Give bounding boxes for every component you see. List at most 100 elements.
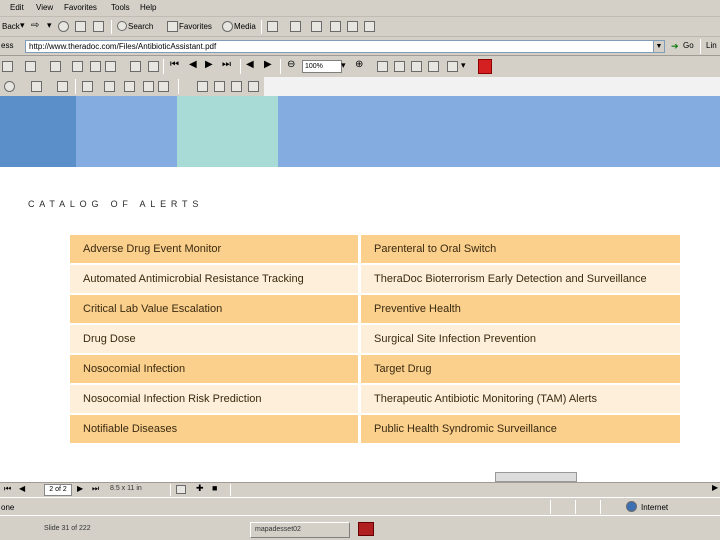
banner-segment-1 <box>0 96 76 167</box>
menu-favorites[interactable]: Favorites <box>64 3 97 12</box>
print-icon[interactable] <box>311 21 322 32</box>
address-label: ess <box>1 41 14 50</box>
mail-icon[interactable] <box>290 21 301 32</box>
last-page-icon[interactable]: ⏭ <box>222 59 231 70</box>
pdf-toolbar-secondary <box>0 77 264 96</box>
menu-edit[interactable]: Edit <box>10 3 24 12</box>
home-icon[interactable] <box>93 21 104 32</box>
alert-left-3: Critical Lab Value Escalation <box>70 295 358 323</box>
nav-next-icon[interactable]: ▶ <box>77 484 83 493</box>
history-icon[interactable] <box>267 21 278 32</box>
favorites-button[interactable]: Favorites <box>179 22 212 31</box>
pdf-print-icon[interactable] <box>25 61 36 72</box>
status-text: one <box>1 503 15 512</box>
nav-first-icon[interactable]: ⏮ <box>4 484 11 494</box>
fit-page-icon[interactable] <box>394 61 405 72</box>
previous-page-icon[interactable]: ◀ <box>189 59 197 70</box>
pdf-select-text-icon[interactable] <box>130 61 141 72</box>
rotate-icon[interactable] <box>428 61 439 72</box>
alert-left-5: Nosocomial Infection <box>70 355 358 383</box>
url-dropdown-icon[interactable]: ▼ <box>653 40 665 53</box>
alert-right-5: Target Drug <box>361 355 680 383</box>
continuous-icon[interactable]: ✚ <box>196 483 204 494</box>
pdf-email-icon[interactable] <box>50 61 61 72</box>
zoom-in-icon[interactable]: ⊕ <box>355 59 363 70</box>
menu-view[interactable]: View <box>36 3 53 12</box>
nav-last-icon[interactable]: ⏭ <box>92 484 99 494</box>
alert-left-4: Drug Dose <box>70 325 358 353</box>
previous-view-icon[interactable]: ◀ <box>246 59 254 70</box>
menu-bar: Edit View Favorites Tools Help <box>0 0 720 17</box>
zoom-dropdown-icon[interactable]: ▾ <box>341 60 346 71</box>
pdf-comment-icon[interactable] <box>158 81 169 92</box>
page-number-field[interactable]: 2 of 2 <box>44 484 72 496</box>
pdf-crop-icon[interactable] <box>231 81 242 92</box>
menu-help[interactable]: Help <box>140 3 156 12</box>
pdf-column-select-icon[interactable] <box>57 81 68 92</box>
next-view-icon[interactable]: ▶ <box>264 59 272 70</box>
forward-icon[interactable]: ⇨ <box>31 20 39 31</box>
first-page-icon[interactable]: ⏮ <box>170 59 179 70</box>
pdf-graphics-select-icon[interactable] <box>148 61 159 72</box>
alert-right-7: Public Health Syndromic Surveillance <box>361 415 680 443</box>
hscroll-right-icon[interactable]: ▶ <box>712 483 718 492</box>
media-button[interactable]: Media <box>234 22 256 31</box>
tool-dropdown-icon[interactable]: ▾ <box>461 60 466 71</box>
links-label[interactable]: Lin <box>706 41 717 50</box>
pdf-tool-icon[interactable] <box>447 61 458 72</box>
pdf-bookmark-icon[interactable] <box>248 81 259 92</box>
pdf-save-icon[interactable] <box>2 61 13 72</box>
next-page-icon[interactable]: ▶ <box>205 59 213 70</box>
alert-right-3: Preventive Health <box>361 295 680 323</box>
pdf-zoom-icon[interactable] <box>105 61 116 72</box>
zoom-out-icon[interactable]: ⊖ <box>287 59 295 70</box>
messenger-icon[interactable] <box>364 21 375 32</box>
stop-icon[interactable] <box>58 21 69 32</box>
toolbar-empty-area <box>264 77 720 96</box>
forward-dropdown-icon[interactable]: ▾ <box>47 20 52 31</box>
banner-segment-2 <box>76 96 177 167</box>
pdf-pencil-icon[interactable] <box>104 81 115 92</box>
back-dropdown-icon[interactable]: ▾ <box>20 20 25 31</box>
edit-icon[interactable] <box>330 21 341 32</box>
single-page-icon[interactable] <box>176 485 186 494</box>
banner-segment-3 <box>177 96 278 167</box>
thumbnail-preview[interactable] <box>495 472 577 482</box>
alert-left-2: Automated Antimicrobial Resistance Track… <box>70 265 358 293</box>
zoom-input[interactable]: 100% <box>302 60 342 73</box>
pdf-find-icon[interactable] <box>72 61 83 72</box>
pdf-hand-icon[interactable] <box>90 61 101 72</box>
taskbar: Slide 31 of 222 mapadesset02 <box>0 515 720 540</box>
pdf-note-icon[interactable] <box>82 81 93 92</box>
back-button[interactable]: Back <box>2 22 20 31</box>
refresh-icon[interactable] <box>75 21 86 32</box>
go-button[interactable]: Go <box>683 41 694 50</box>
favorites-icon[interactable] <box>167 21 178 32</box>
nav-prev-icon[interactable]: ◀ <box>19 484 25 493</box>
media-icon[interactable] <box>222 21 233 32</box>
alert-left-1: Adverse Drug Event Monitor <box>70 235 358 263</box>
pdf-toolbar-primary: ⏮ ◀ ▶ ⏭ ◀ ▶ ⊖ 100% ▾ ⊕ ▾ <box>0 56 720 77</box>
catalog-heading: CATALOG OF ALERTS <box>28 199 204 209</box>
address-bar: ess http://www.theradoc.com/Files/Antibi… <box>0 37 720 56</box>
pdf-markup-icon[interactable] <box>143 81 154 92</box>
fit-width-icon[interactable] <box>411 61 422 72</box>
actual-size-icon[interactable] <box>377 61 388 72</box>
facing-pages-icon[interactable]: ■ <box>212 483 217 493</box>
go-arrow-icon[interactable]: ➔ <box>671 41 679 52</box>
discuss-icon[interactable] <box>347 21 358 32</box>
url-input[interactable]: http://www.theradoc.com/Files/Antibiotic… <box>25 40 665 53</box>
taskbar-app-button[interactable]: mapadesset02 <box>250 522 350 538</box>
page-size-label: 8.5 x 11 in <box>110 485 142 492</box>
menu-tools[interactable]: Tools <box>111 3 130 12</box>
alert-left-7: Notifiable Diseases <box>70 415 358 443</box>
tray-app-icon[interactable] <box>358 522 374 536</box>
search-icon[interactable] <box>117 21 127 31</box>
pdf-form-icon[interactable] <box>197 81 208 92</box>
pdf-highlight-icon[interactable] <box>124 81 135 92</box>
zone-label: Internet <box>641 503 669 512</box>
search-button[interactable]: Search <box>128 22 153 31</box>
pdf-text-tool-icon[interactable] <box>31 81 42 92</box>
pdf-zoom-tool-icon[interactable] <box>4 81 15 92</box>
pdf-link-icon[interactable] <box>214 81 225 92</box>
